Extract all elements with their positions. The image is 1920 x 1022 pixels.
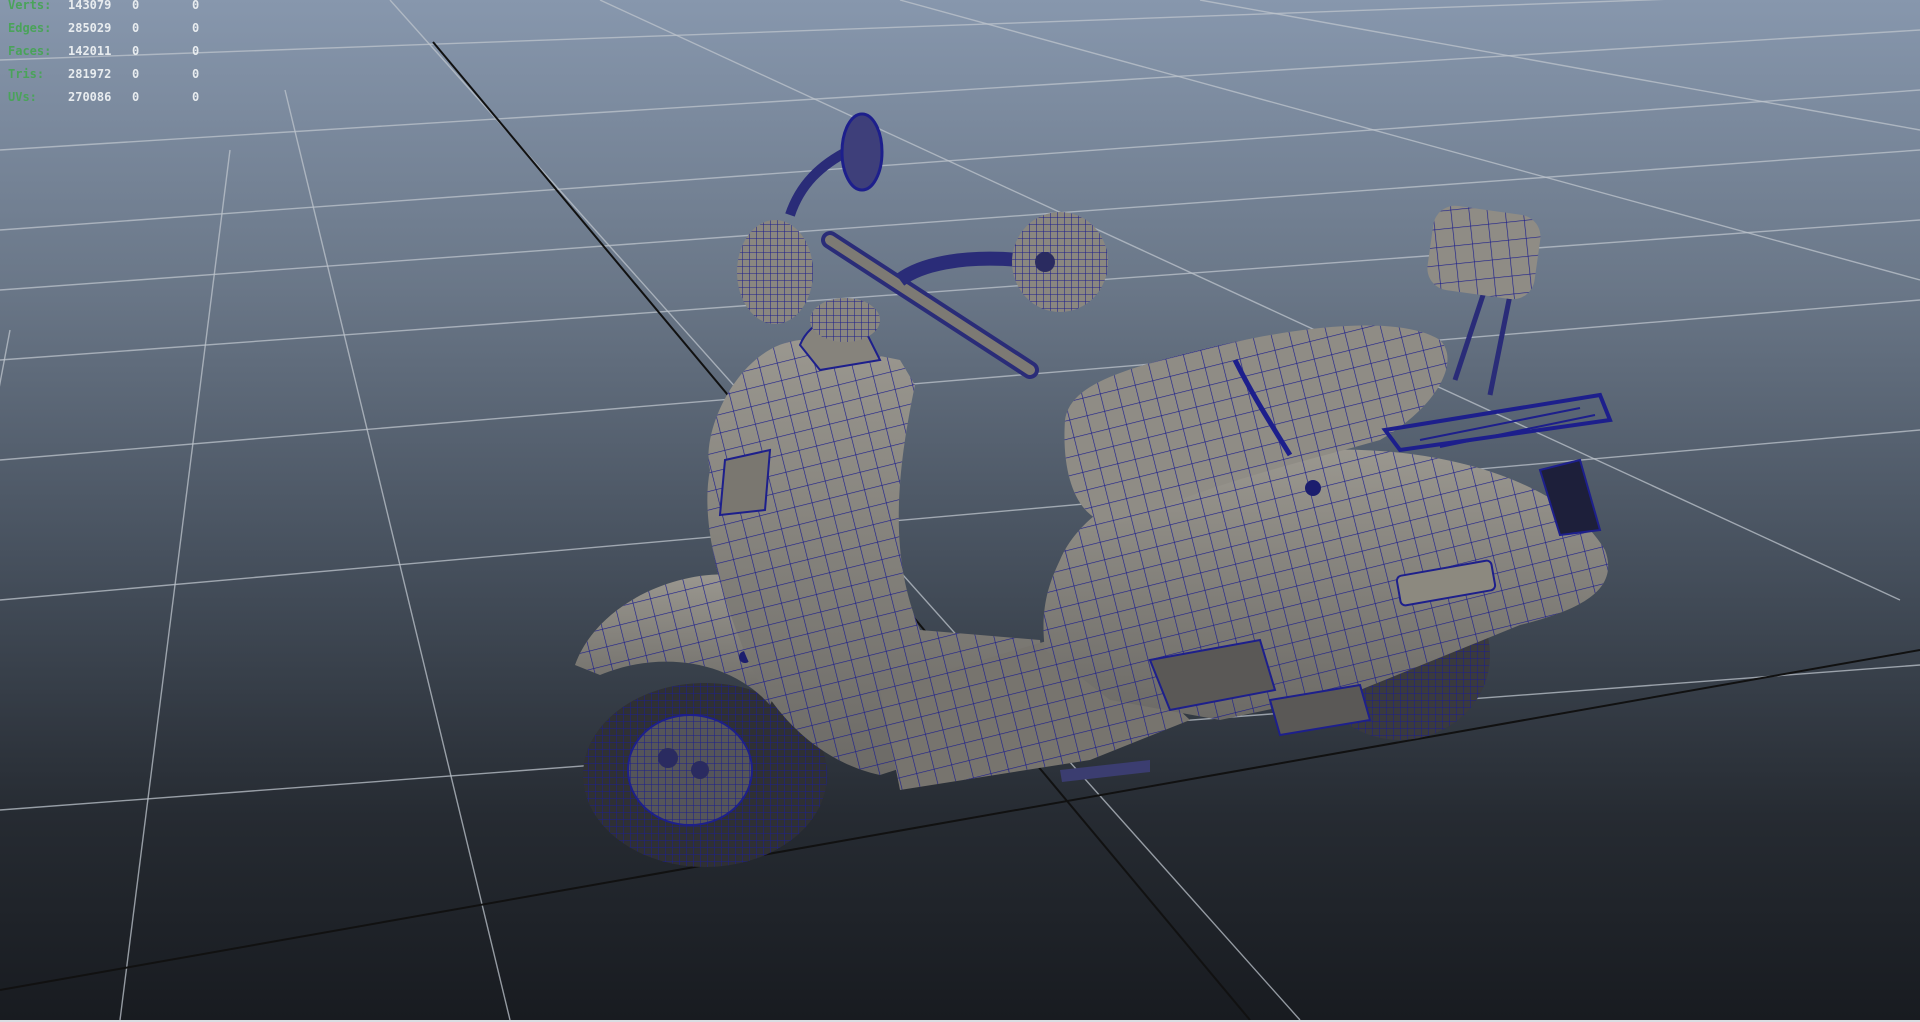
perspective-viewport[interactable]: Verts: 143079 0 0 Edges: 285029 0 0 Faces: 142011… <box>0 0 1920 1020</box>
hud-label: UVs: <box>8 90 37 104</box>
hud-component: 0 <box>192 90 200 104</box>
hud-row: Edges: 285029 0 0 <box>8 17 212 40</box>
hud-label: Tris: <box>8 67 45 81</box>
hud-total: 281972 <box>68 67 112 81</box>
hud-selected: 0 <box>132 44 140 58</box>
hud-total: 285029 <box>68 21 112 35</box>
hud-label: Verts: <box>8 0 52 12</box>
hud-component: 0 <box>192 0 200 12</box>
hud-row: Verts: 143079 0 0 <box>8 0 212 17</box>
hud-row: Faces: 142011 0 0 <box>8 40 212 63</box>
hud-component: 0 <box>192 21 200 35</box>
hud-selected: 0 <box>132 67 140 81</box>
hud-selected: 0 <box>132 0 140 12</box>
hud-label: Edges: <box>8 21 52 35</box>
hud-selected: 0 <box>132 90 140 104</box>
hud-total: 270086 <box>68 90 112 104</box>
hud-total: 143079 <box>68 0 112 12</box>
hud-row: Tris: 281972 0 0 <box>8 63 212 86</box>
heads-up-display: Verts: 143079 0 0 Edges: 285029 0 0 Faces: 142011… <box>8 0 212 109</box>
scooter-model[interactable] <box>0 0 1920 1020</box>
hud-label: Faces: <box>8 44 52 58</box>
hud-component: 0 <box>192 67 200 81</box>
hud-total: 142011 <box>68 44 112 58</box>
handlebar-assembly <box>737 112 1108 379</box>
hud-row: UVs: 270086 0 0 <box>8 86 212 109</box>
hud-component: 0 <box>192 44 200 58</box>
hud-selected: 0 <box>132 21 140 35</box>
